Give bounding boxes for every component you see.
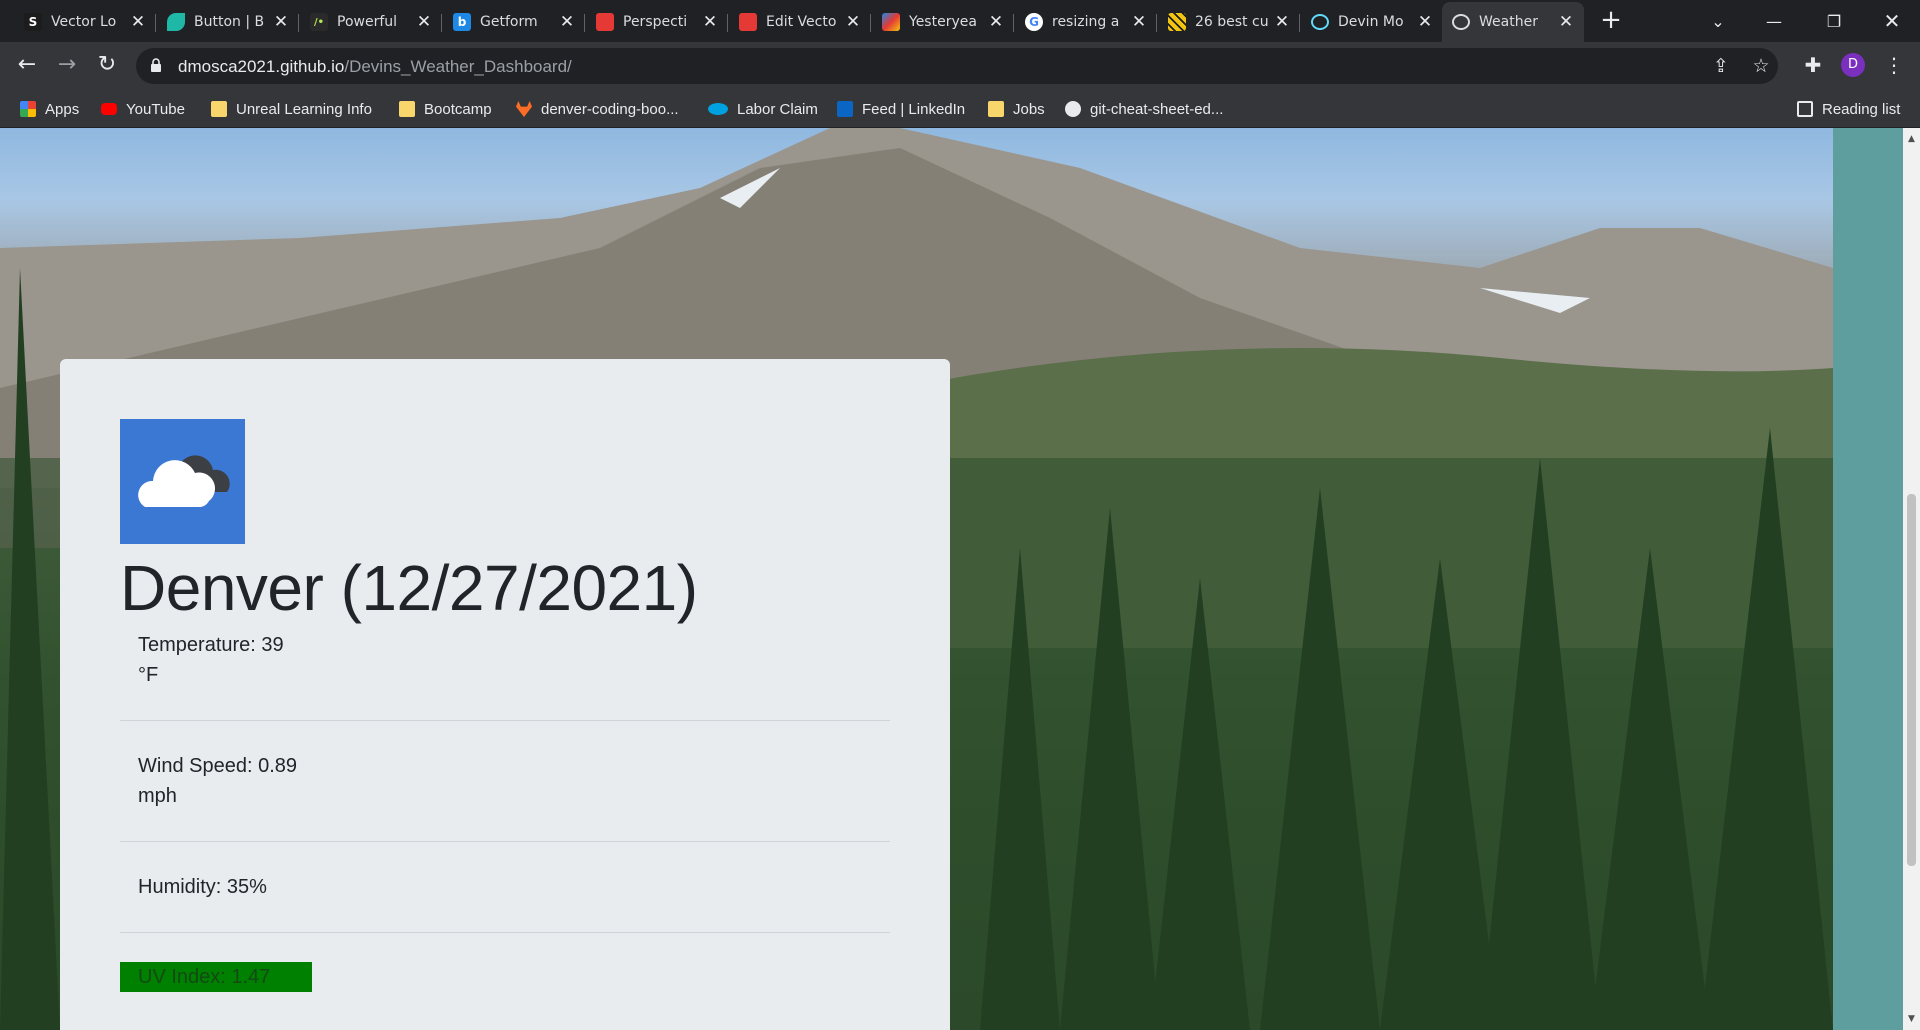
folder-icon — [399, 101, 415, 117]
wind-speed-row: Wind Speed: 0.89 mph — [138, 755, 297, 807]
bookmark-apps[interactable]: Apps — [20, 90, 79, 128]
tab-26-best[interactable]: 26 best cu ✕ — [1158, 4, 1300, 40]
city-date-heading: Denver (12/27/2021) — [120, 552, 698, 624]
tab-perspective[interactable]: Perspecti ✕ — [586, 4, 728, 40]
github-icon — [1065, 101, 1081, 117]
globe-favicon-icon — [1452, 14, 1470, 30]
tab-powerful[interactable]: /• Powerful ✕ — [300, 4, 442, 40]
new-tab-button[interactable]: + — [1598, 7, 1624, 34]
tab-getform[interactable]: b Getform ✕ — [443, 4, 585, 40]
close-tab-icon[interactable]: ✕ — [988, 14, 1004, 31]
red-logo-favicon-icon — [596, 13, 614, 31]
browser-toolbar: ← → ↻ dmosca2021.github.io/Devins_Weathe… — [0, 42, 1920, 90]
bookmark-labor-claim[interactable]: Labor Claim — [708, 90, 818, 128]
gitlab-icon — [516, 101, 532, 117]
page-right-edge — [1833, 128, 1903, 1030]
linkedin-icon — [837, 101, 853, 117]
back-arrow-icon[interactable]: ← — [13, 52, 41, 80]
lock-icon — [151, 58, 161, 72]
divider — [120, 720, 890, 721]
uv-index-badge: UV Index: 1.47 — [120, 962, 312, 992]
profile-avatar[interactable]: D — [1841, 53, 1865, 77]
bookmark-star-icon[interactable]: ☆ — [1750, 55, 1772, 77]
scrollbar-thumb[interactable] — [1907, 494, 1916, 866]
leaf-favicon-icon — [167, 13, 185, 31]
tab-yesteryear[interactable]: Yesteryea ✕ — [872, 4, 1014, 40]
extensions-puzzle-icon[interactable]: ✚ — [1800, 52, 1826, 78]
google-favicon-icon: G — [1025, 13, 1043, 31]
url-text: dmosca2021.github.io/Devins_Weather_Dash… — [178, 57, 572, 76]
reading-list-icon — [1797, 101, 1813, 117]
menu-kebab-icon[interactable]: ⋮ — [1881, 52, 1907, 78]
close-window-icon[interactable]: ✕ — [1864, 0, 1920, 42]
cloudy-icon — [120, 419, 245, 544]
red-logo-favicon-icon — [739, 13, 757, 31]
close-tab-icon[interactable]: ✕ — [416, 14, 432, 31]
close-tab-icon[interactable]: ✕ — [1558, 14, 1574, 31]
close-tab-icon[interactable]: ✕ — [1131, 14, 1147, 31]
bookmark-unreal-learning-info[interactable]: Unreal Learning Info — [211, 90, 372, 128]
divider — [120, 932, 890, 933]
page-background: Denver (12/27/2021) Temperature: 39 °F W… — [0, 128, 1833, 1030]
close-tab-icon[interactable]: ✕ — [273, 14, 289, 31]
address-bar[interactable]: dmosca2021.github.io/Devins_Weather_Dash… — [136, 48, 1778, 84]
tab-devin[interactable]: Devin Mo ✕ — [1301, 4, 1443, 40]
weather-card: Denver (12/27/2021) Temperature: 39 °F W… — [60, 359, 950, 1030]
minimize-icon[interactable]: — — [1746, 0, 1802, 42]
bookmark-bootcamp[interactable]: Bootcamp — [399, 90, 492, 128]
close-tab-icon[interactable]: ✕ — [1417, 14, 1433, 31]
code-favicon-icon: /• — [310, 13, 328, 31]
temperature-row: Temperature: 39 °F — [138, 634, 284, 686]
scroll-down-arrow-icon[interactable]: ▼ — [1906, 1014, 1917, 1024]
colorful-favicon-icon — [882, 13, 900, 31]
restore-icon[interactable]: ❐ — [1806, 0, 1862, 42]
divider — [120, 841, 890, 842]
striped-favicon-icon — [1168, 13, 1186, 31]
forward-arrow-icon[interactable]: → — [53, 52, 81, 80]
tab-button[interactable]: Button | B ✕ — [157, 4, 299, 40]
vertical-scrollbar[interactable]: ▲ ▼ — [1903, 128, 1920, 1030]
tab-resizing[interactable]: G resizing a ✕ — [1015, 4, 1157, 40]
bookmark-denver-coding[interactable]: denver-coding-boo... — [516, 90, 679, 128]
folder-icon — [211, 101, 227, 117]
react-favicon-icon — [1311, 14, 1329, 30]
tab-search-icon[interactable]: ⌄ — [1690, 0, 1746, 42]
close-tab-icon[interactable]: ✕ — [559, 14, 575, 31]
reading-list-button[interactable]: Reading list — [1797, 90, 1900, 128]
folder-icon — [988, 101, 1004, 117]
tab-vector-logo[interactable]: S Vector Lo ✕ — [14, 4, 156, 40]
tab-edit-vector[interactable]: Edit Vecto ✕ — [729, 4, 871, 40]
close-tab-icon[interactable]: ✕ — [702, 14, 718, 31]
close-tab-icon[interactable]: ✕ — [845, 14, 861, 31]
bookmark-youtube[interactable]: YouTube — [101, 90, 185, 128]
close-tab-icon[interactable]: ✕ — [130, 14, 146, 31]
close-tab-icon[interactable]: ✕ — [1274, 14, 1290, 31]
bookmark-git-cheat-sheet[interactable]: git-cheat-sheet-ed... — [1065, 90, 1223, 128]
b-favicon-icon: b — [453, 13, 471, 31]
bookmarks-bar: Apps YouTube Unreal Learning Info Bootca… — [0, 90, 1920, 128]
scroll-up-arrow-icon[interactable]: ▲ — [1906, 134, 1917, 144]
youtube-icon — [101, 103, 117, 115]
share-icon[interactable]: ⇪ — [1710, 55, 1732, 77]
salesforce-icon — [708, 103, 728, 115]
apps-grid-icon — [20, 101, 36, 117]
tab-weather-active[interactable]: Weather ✕ — [1442, 2, 1584, 42]
s-favicon-icon: S — [24, 13, 42, 31]
tab-strip: S Vector Lo ✕ Button | B ✕ /• Powerful ✕… — [0, 0, 1920, 42]
bookmark-jobs[interactable]: Jobs — [988, 90, 1045, 128]
humidity-row: Humidity: 35% — [138, 876, 267, 898]
bookmark-linkedin[interactable]: Feed | LinkedIn — [837, 90, 965, 128]
reload-icon[interactable]: ↻ — [93, 52, 121, 80]
